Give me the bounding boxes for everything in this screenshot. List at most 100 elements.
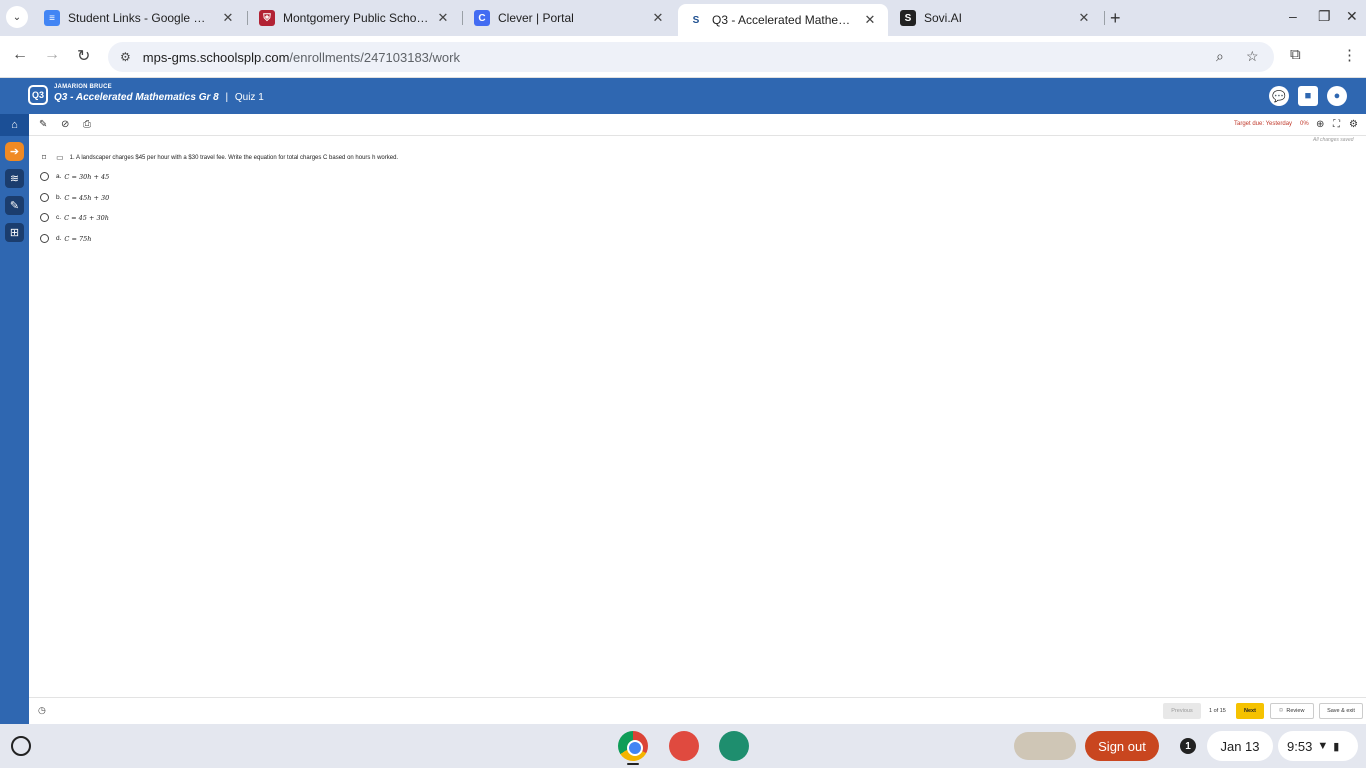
notification-badge[interactable]: 1: [1180, 738, 1196, 754]
save-exit-button[interactable]: Save & exit: [1319, 703, 1363, 719]
wifi-icon: ▼: [1317, 740, 1329, 752]
close-tab-icon[interactable]: ✕: [220, 10, 236, 26]
minimize-icon[interactable]: –: [1289, 8, 1297, 24]
page-indicator: 1 of 15: [1209, 708, 1226, 714]
settings-gear-icon[interactable]: ⚙: [1349, 119, 1358, 130]
account-icon[interactable]: ●: [1327, 86, 1347, 106]
paint-app-icon[interactable]: [669, 731, 699, 761]
tray-thumbnail[interactable]: [1014, 732, 1076, 760]
answer-choice-a[interactable]: a. C = 30h + 45: [40, 172, 109, 181]
tab-separator: [247, 11, 248, 25]
quiz-footer: ◷ Previous 1 of 15 Next ⌑ Review Save & e…: [29, 697, 1366, 724]
tab-clever-portal[interactable]: C Clever | Portal ✕: [464, 4, 676, 32]
close-tab-icon[interactable]: ✕: [1076, 10, 1092, 26]
chat-icon[interactable]: 💬: [1269, 86, 1289, 106]
audio-icon[interactable]: ⊕: [1316, 119, 1324, 130]
eliminate-icon[interactable]: ⊘: [61, 119, 69, 130]
save-status: All changes saved: [1313, 137, 1354, 143]
timer-icon[interactable]: ◷: [38, 705, 46, 716]
extensions-icon[interactable]: ⧉: [1290, 46, 1301, 63]
answer-choice-b[interactable]: b. C = 45h + 30: [40, 193, 109, 202]
left-nav-rail: ⌂ ➔ ≋ ✎ ⊞: [0, 114, 29, 724]
os-shelf: Sign out 1 Jan 13 9:53 ▼ ▮: [0, 724, 1366, 768]
browser-tab-strip: ⌄ ≡ Student Links - Google Docs ✕ ⛨ Mont…: [0, 0, 1366, 36]
next-button[interactable]: Next: [1236, 703, 1264, 719]
classroom-app-icon[interactable]: [719, 731, 749, 761]
close-tab-icon[interactable]: ✕: [862, 12, 878, 28]
close-tab-icon[interactable]: ✕: [650, 10, 666, 26]
tab-title: Q3 - Accelerated Mathematics: [712, 13, 856, 27]
chrome-app-icon[interactable]: [618, 731, 648, 761]
bookmark-icon[interactable]: ⌑: [42, 153, 46, 162]
battery-icon: ▮: [1333, 740, 1340, 753]
site-info-icon[interactable]: ⚙: [120, 50, 131, 64]
tab-student-links[interactable]: ≡ Student Links - Google Docs ✕: [34, 4, 246, 32]
review-button[interactable]: ⌑ Review: [1270, 703, 1314, 719]
app-header: Q3 JAMARION BRUCE Q3 - Accelerated Mathe…: [0, 78, 1366, 114]
new-tab-icon[interactable]: +: [1110, 8, 1121, 29]
back-arrow-icon[interactable]: ←: [12, 46, 28, 64]
choice-letter: b.: [56, 194, 62, 201]
note-icon[interactable]: ▭: [56, 153, 64, 162]
question-stem: ⌑ ▭ 1. A landscaper charges $45 per hour…: [42, 153, 398, 162]
choice-letter: c.: [56, 214, 62, 221]
choice-equation: C = 45h + 30: [64, 193, 110, 202]
restore-icon[interactable]: ❐: [1318, 8, 1331, 25]
bookmark-star-icon[interactable]: ☆: [1246, 48, 1259, 65]
radio-button[interactable]: [40, 234, 49, 243]
reload-icon[interactable]: ↻: [77, 46, 90, 66]
choice-letter: a.: [56, 173, 62, 180]
zoom-icon[interactable]: ⌕: [1216, 48, 1224, 65]
choice-equation: C = 30h + 45: [64, 172, 110, 181]
tab-title: Clever | Portal: [498, 11, 574, 25]
school-crest-icon: ⛨: [259, 10, 275, 26]
forward-arrow-icon[interactable]: →: [44, 46, 60, 64]
address-bar[interactable]: ⚙ mps-gms.schoolsplp.com/enrollments/247…: [108, 42, 1274, 72]
student-name: JAMARION BRUCE: [54, 84, 112, 90]
fullscreen-icon[interactable]: ⛶: [1333, 119, 1340, 130]
course-title: Q3 - Accelerated Mathematics Gr 8 | Quiz…: [54, 92, 264, 103]
date-display[interactable]: Jan 13: [1207, 731, 1273, 761]
edit-icon[interactable]: ✎: [5, 196, 24, 215]
choice-equation: C = 75h: [64, 234, 92, 243]
close-window-icon[interactable]: ✕: [1346, 8, 1358, 25]
target-due: Target due: Yesterday: [1234, 121, 1293, 127]
radio-button[interactable]: [40, 193, 49, 202]
url-text: mps-gms.schoolsplp.com/enrollments/24710…: [143, 50, 460, 65]
sovi-ai-icon: S: [900, 10, 916, 26]
progress-percent: 0%: [1300, 121, 1309, 127]
layers-icon[interactable]: ≋: [5, 169, 24, 188]
quiz-name: Quiz 1: [234, 92, 264, 103]
tab-separator: [1104, 11, 1105, 25]
launcher-icon[interactable]: [11, 736, 31, 756]
more-menu-icon[interactable]: ⋮: [1342, 46, 1357, 64]
calculator-icon[interactable]: ⊞: [5, 223, 24, 242]
pencil-icon[interactable]: ✎: [39, 119, 47, 130]
launch-icon[interactable]: ➔: [5, 142, 24, 161]
status-tray[interactable]: 9:53 ▼ ▮: [1278, 731, 1358, 761]
time-display: 9:53: [1287, 738, 1313, 754]
course-title-text: Q3 - Accelerated Mathematics Gr 8: [54, 92, 219, 103]
print-icon[interactable]: ⎙: [83, 119, 91, 130]
choice-equation: C = 45 + 30h: [64, 213, 109, 222]
close-tab-icon[interactable]: ✕: [435, 10, 451, 26]
radio-button[interactable]: [40, 172, 49, 181]
work-tools-bar: ✎ ⊘ ⎙ Target due: Yesterday 0% ⊕ ⛶ ⚙: [29, 114, 1366, 136]
answer-choice-d[interactable]: d. C = 75h: [40, 234, 91, 243]
tab-sovi-ai[interactable]: S Sovi.AI ✕: [890, 4, 1102, 32]
tab-title: Montgomery Public Schools |: [283, 11, 429, 25]
answer-choice-c[interactable]: c. C = 45 + 30h: [40, 213, 109, 222]
home-icon[interactable]: ⌂: [0, 114, 29, 136]
choice-letter: d.: [56, 235, 62, 242]
previous-button[interactable]: Previous: [1163, 703, 1201, 719]
radio-button[interactable]: [40, 213, 49, 222]
tab-search-chevron-icon[interactable]: ⌄: [6, 6, 28, 28]
video-icon[interactable]: ■: [1298, 86, 1318, 106]
tab-montgomery-public-schools[interactable]: ⛨ Montgomery Public Schools | ✕: [249, 4, 461, 32]
bookmark-icon: ⌑: [1279, 708, 1283, 714]
course-logo-icon: Q3: [28, 85, 48, 105]
sovi-icon: S: [688, 12, 704, 28]
tab-title: Student Links - Google Docs: [68, 11, 214, 25]
sign-out-button[interactable]: Sign out: [1085, 731, 1159, 761]
tab-q3-accelerated-mathematics[interactable]: S Q3 - Accelerated Mathematics ✕: [678, 4, 888, 36]
